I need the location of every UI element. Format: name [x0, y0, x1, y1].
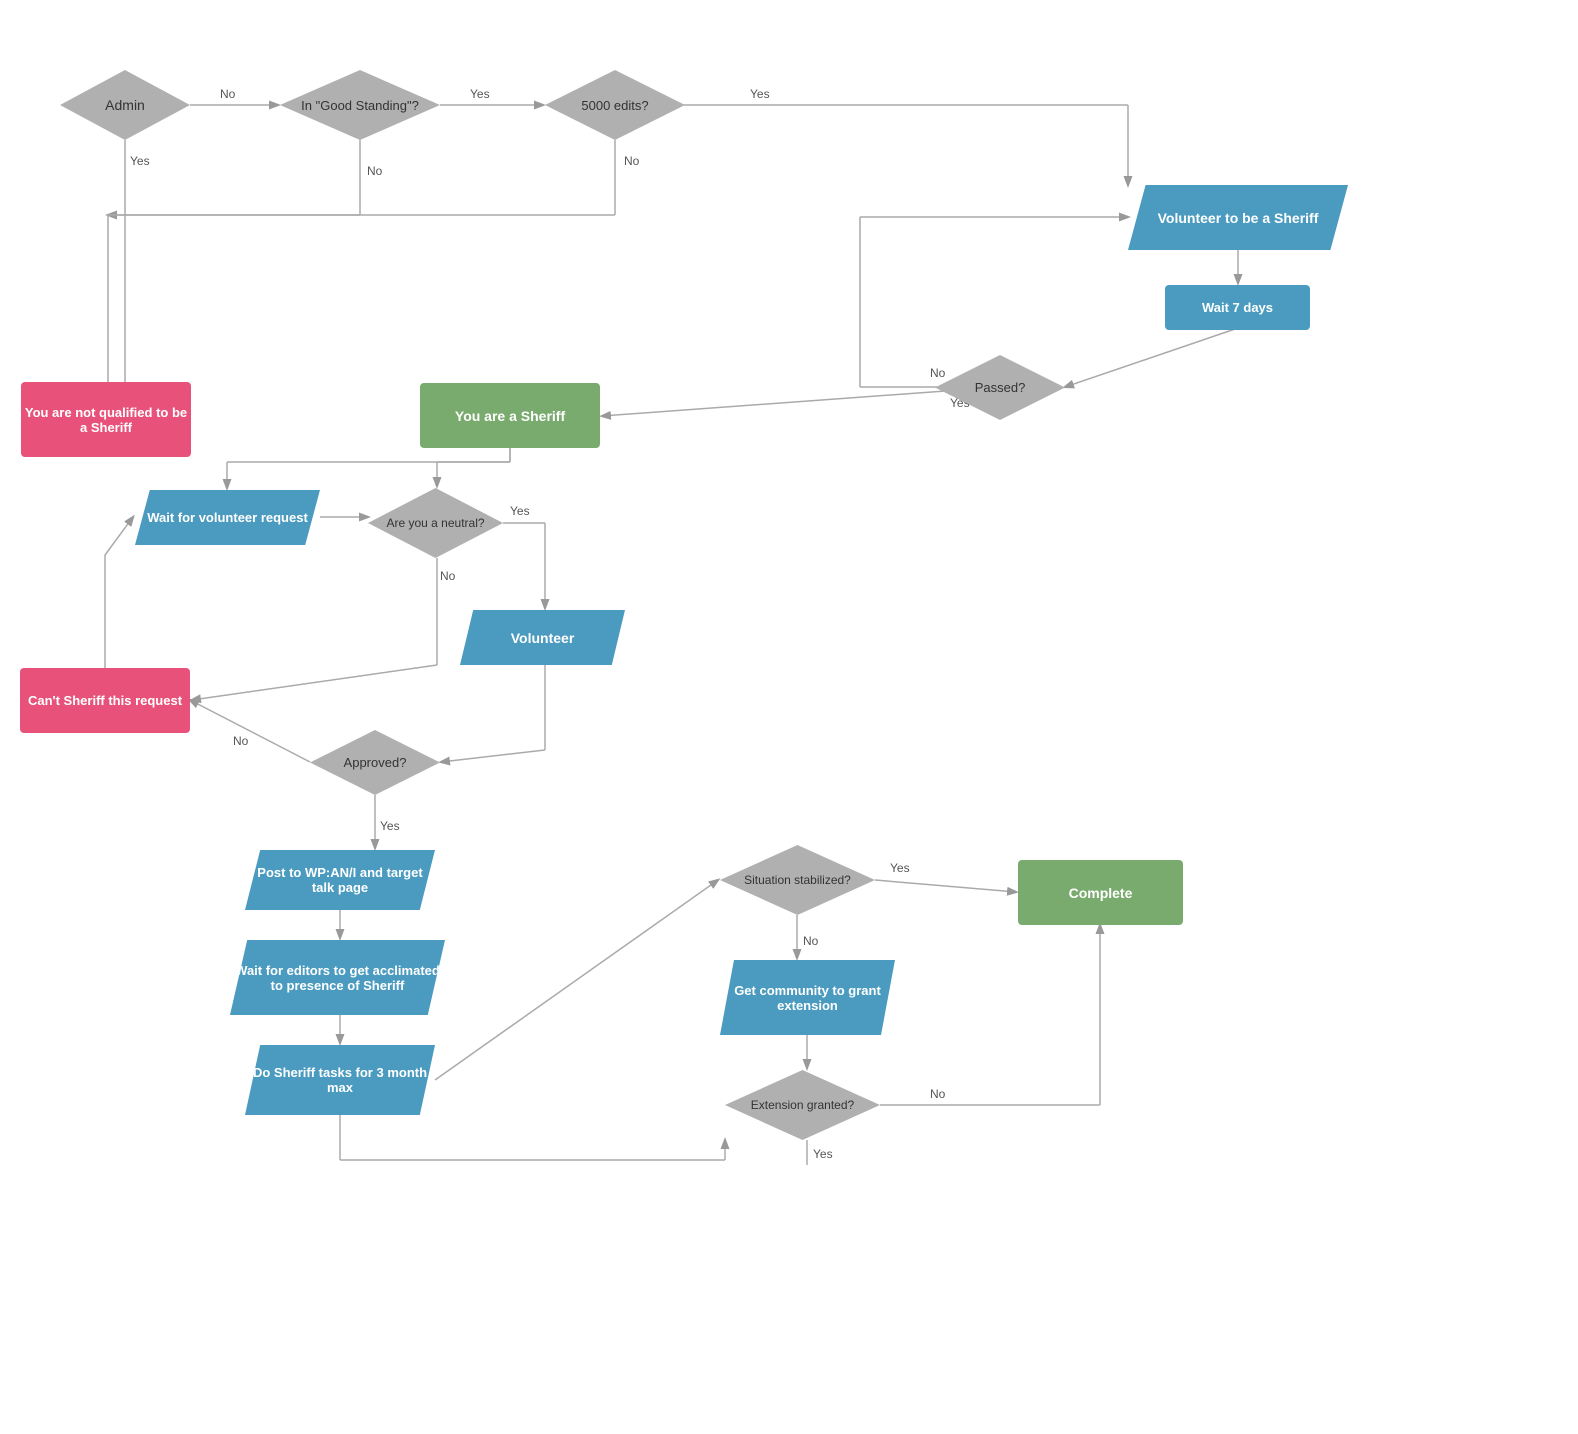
svg-text:Yes: Yes [130, 154, 150, 168]
svg-text:No: No [624, 154, 640, 168]
svg-text:No: No [803, 934, 819, 948]
do-sheriff-node: Do Sheriff tasks for 3 month max [245, 1045, 435, 1115]
svg-text:No: No [930, 366, 946, 380]
svg-text:Yes: Yes [890, 861, 910, 875]
wait7days-node: Wait 7 days [1165, 285, 1310, 330]
svg-text:Yes: Yes [510, 504, 530, 518]
volunteer-node: Volunteer [460, 610, 625, 665]
svg-text:Yes: Yes [470, 87, 490, 101]
cant-sheriff-node: Can't Sheriff this request [20, 668, 190, 733]
wait-volunteer-node: Wait for volunteer request [135, 490, 320, 545]
svg-text:No: No [220, 87, 236, 101]
svg-text:Yes: Yes [813, 1147, 833, 1161]
svg-text:No: No [930, 1087, 946, 1101]
svg-text:Yes: Yes [380, 819, 400, 833]
complete-node: Complete [1018, 860, 1183, 925]
svg-text:No: No [367, 164, 383, 178]
you-are-sheriff-node: You are a Sheriff [420, 383, 600, 448]
volunteer-sheriff-node: Volunteer to be a Sheriff [1128, 185, 1348, 250]
svg-text:No: No [440, 569, 456, 583]
wait-editors-node: Wait for editors to get acclimated to pr… [230, 940, 445, 1015]
svg-text:No: No [233, 734, 249, 748]
not-qualified-node: You are not qualified to be a Sheriff [21, 382, 191, 457]
get-community-node: Get community to grant extension [720, 960, 895, 1035]
post-wpan-node: Post to WP:AN/I and target talk page [245, 850, 435, 910]
svg-text:Yes: Yes [750, 87, 770, 101]
